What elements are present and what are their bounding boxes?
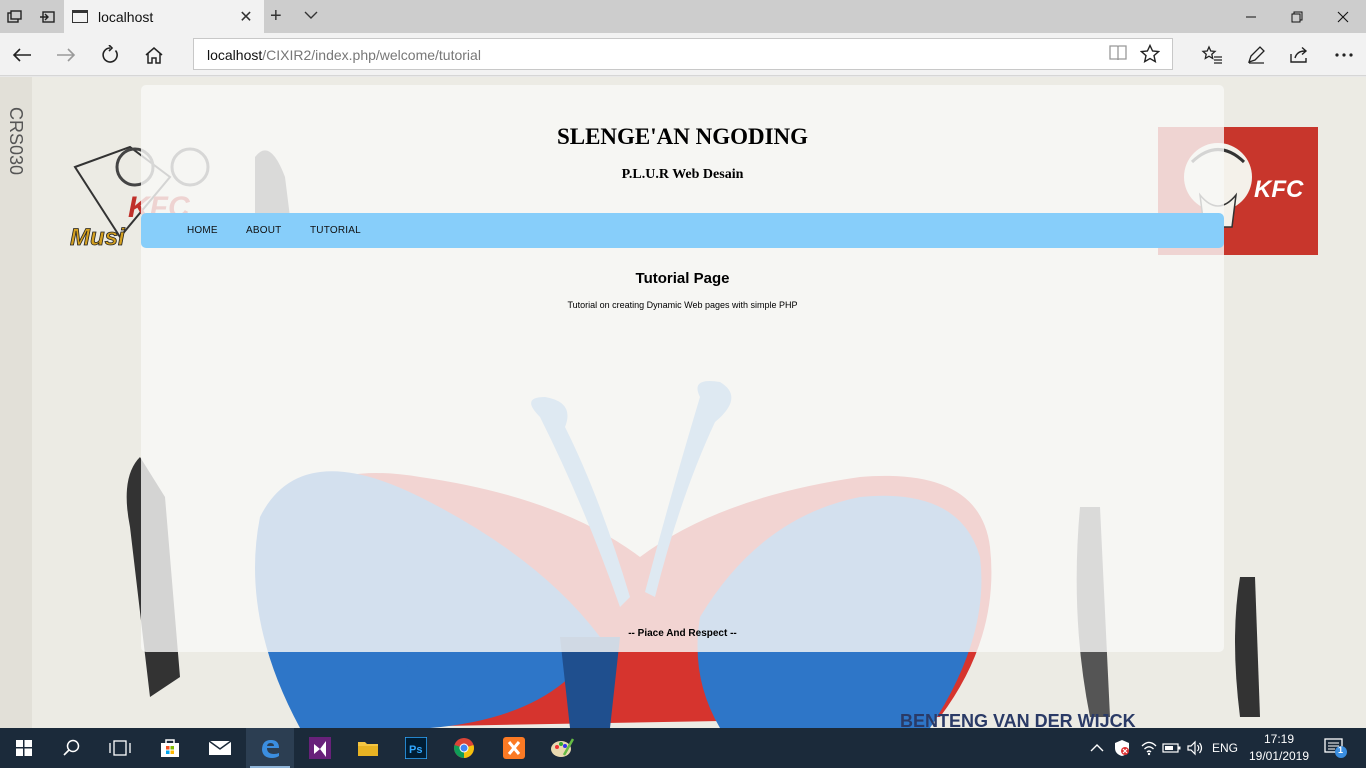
notification-badge: 1 xyxy=(1338,745,1344,755)
minimize-icon[interactable] xyxy=(1228,0,1274,33)
close-tab-icon[interactable]: ✕ xyxy=(236,7,256,27)
home-icon[interactable] xyxy=(140,41,168,69)
mail-icon[interactable] xyxy=(196,728,244,768)
active-tab[interactable]: localhost ✕ xyxy=(64,0,264,33)
background-side-label: CRS030 xyxy=(6,107,26,175)
page-body-text: Tutorial on creating Dynamic Web pages w… xyxy=(567,300,798,310)
browser-tab-bar: localhost ✕ + xyxy=(0,0,1366,33)
web-note-pen-icon[interactable] xyxy=(1242,41,1270,69)
forward-icon[interactable] xyxy=(52,41,80,69)
clock-date: 19/01/2019 xyxy=(1248,749,1310,763)
url-path: /CIXIR2/index.php/welcome/tutorial xyxy=(262,47,481,63)
store-icon[interactable] xyxy=(146,728,194,768)
url-host: localhost xyxy=(207,47,263,63)
chrome-icon[interactable] xyxy=(440,728,488,768)
tab-actions-icon[interactable] xyxy=(4,6,26,28)
battery-icon[interactable] xyxy=(1162,728,1182,768)
network-wifi-icon[interactable] xyxy=(1140,728,1158,768)
address-bar[interactable]: localhost/CIXIR2/index.php/welcome/tutor… xyxy=(193,38,1173,70)
paint-icon[interactable] xyxy=(538,728,586,768)
background-bottom-text: BENTENG VAN DER WIJCK xyxy=(900,711,1136,728)
windows-start-icon[interactable] xyxy=(0,728,48,768)
edge-icon[interactable] xyxy=(246,728,294,768)
action-center-icon[interactable]: 1 xyxy=(1324,728,1348,768)
photoshop-icon[interactable]: Ps xyxy=(392,728,440,768)
page-icon xyxy=(72,10,88,23)
background-music-left: Musi xyxy=(70,224,126,251)
reading-view-icon[interactable] xyxy=(1108,44,1128,67)
system-clock[interactable]: 17:19 19/01/2019 xyxy=(1246,731,1312,765)
search-icon[interactable] xyxy=(48,728,96,768)
menu-about-link[interactable]: ABOUT xyxy=(246,225,281,236)
file-explorer-icon[interactable] xyxy=(344,728,392,768)
main-menu: HOME ABOUT TUTORIAL xyxy=(141,213,1224,248)
background-kfc-right: KFC xyxy=(1254,176,1304,203)
new-tab-icon[interactable]: + xyxy=(270,5,282,28)
page-footer: -- Piace And Respect -- xyxy=(628,628,737,639)
task-view-icon[interactable] xyxy=(96,728,144,768)
set-tabs-aside-icon[interactable] xyxy=(36,6,58,28)
web-page: CRS030 KFC Musi KFC xyxy=(0,77,1366,728)
input-language[interactable]: ENG xyxy=(1212,728,1238,768)
clock-time: 17:19 xyxy=(1263,732,1295,746)
more-menu-icon[interactable] xyxy=(1330,41,1358,69)
browser-nav-bar: localhost/CIXIR2/index.php/welcome/tutor… xyxy=(0,33,1366,76)
close-window-icon[interactable] xyxy=(1320,0,1366,33)
menu-home-link[interactable]: HOME xyxy=(187,225,218,236)
show-hidden-icons-chevron[interactable] xyxy=(1090,728,1104,768)
back-icon[interactable] xyxy=(8,41,36,69)
visual-studio-icon[interactable] xyxy=(296,728,344,768)
tab-preview-chevron-icon[interactable] xyxy=(304,7,318,23)
page-heading: Tutorial Page xyxy=(635,270,730,287)
xampp-icon[interactable] xyxy=(490,728,538,768)
refresh-icon[interactable] xyxy=(96,41,124,69)
tab-title: localhost xyxy=(98,8,154,25)
volume-icon[interactable] xyxy=(1186,728,1204,768)
security-shield-icon[interactable] xyxy=(1114,728,1130,768)
site-title: SLENGE'AN NGODING xyxy=(556,124,809,149)
site-subtitle: P.L.U.R Web Desain xyxy=(621,167,744,182)
windows-taskbar: Ps ENG 17:19 19/01/2019 1 xyxy=(0,728,1366,768)
share-icon[interactable] xyxy=(1286,41,1314,69)
content-container: SLENGE'AN NGODING P.L.U.R Web Desain HOM… xyxy=(141,85,1224,652)
menu-tutorial-link[interactable]: TUTORIAL xyxy=(310,225,361,236)
favorite-star-icon[interactable] xyxy=(1139,43,1161,69)
svg-text:Ps: Ps xyxy=(409,744,422,756)
restore-icon[interactable] xyxy=(1274,0,1320,33)
favorites-hub-icon[interactable] xyxy=(1198,41,1226,69)
